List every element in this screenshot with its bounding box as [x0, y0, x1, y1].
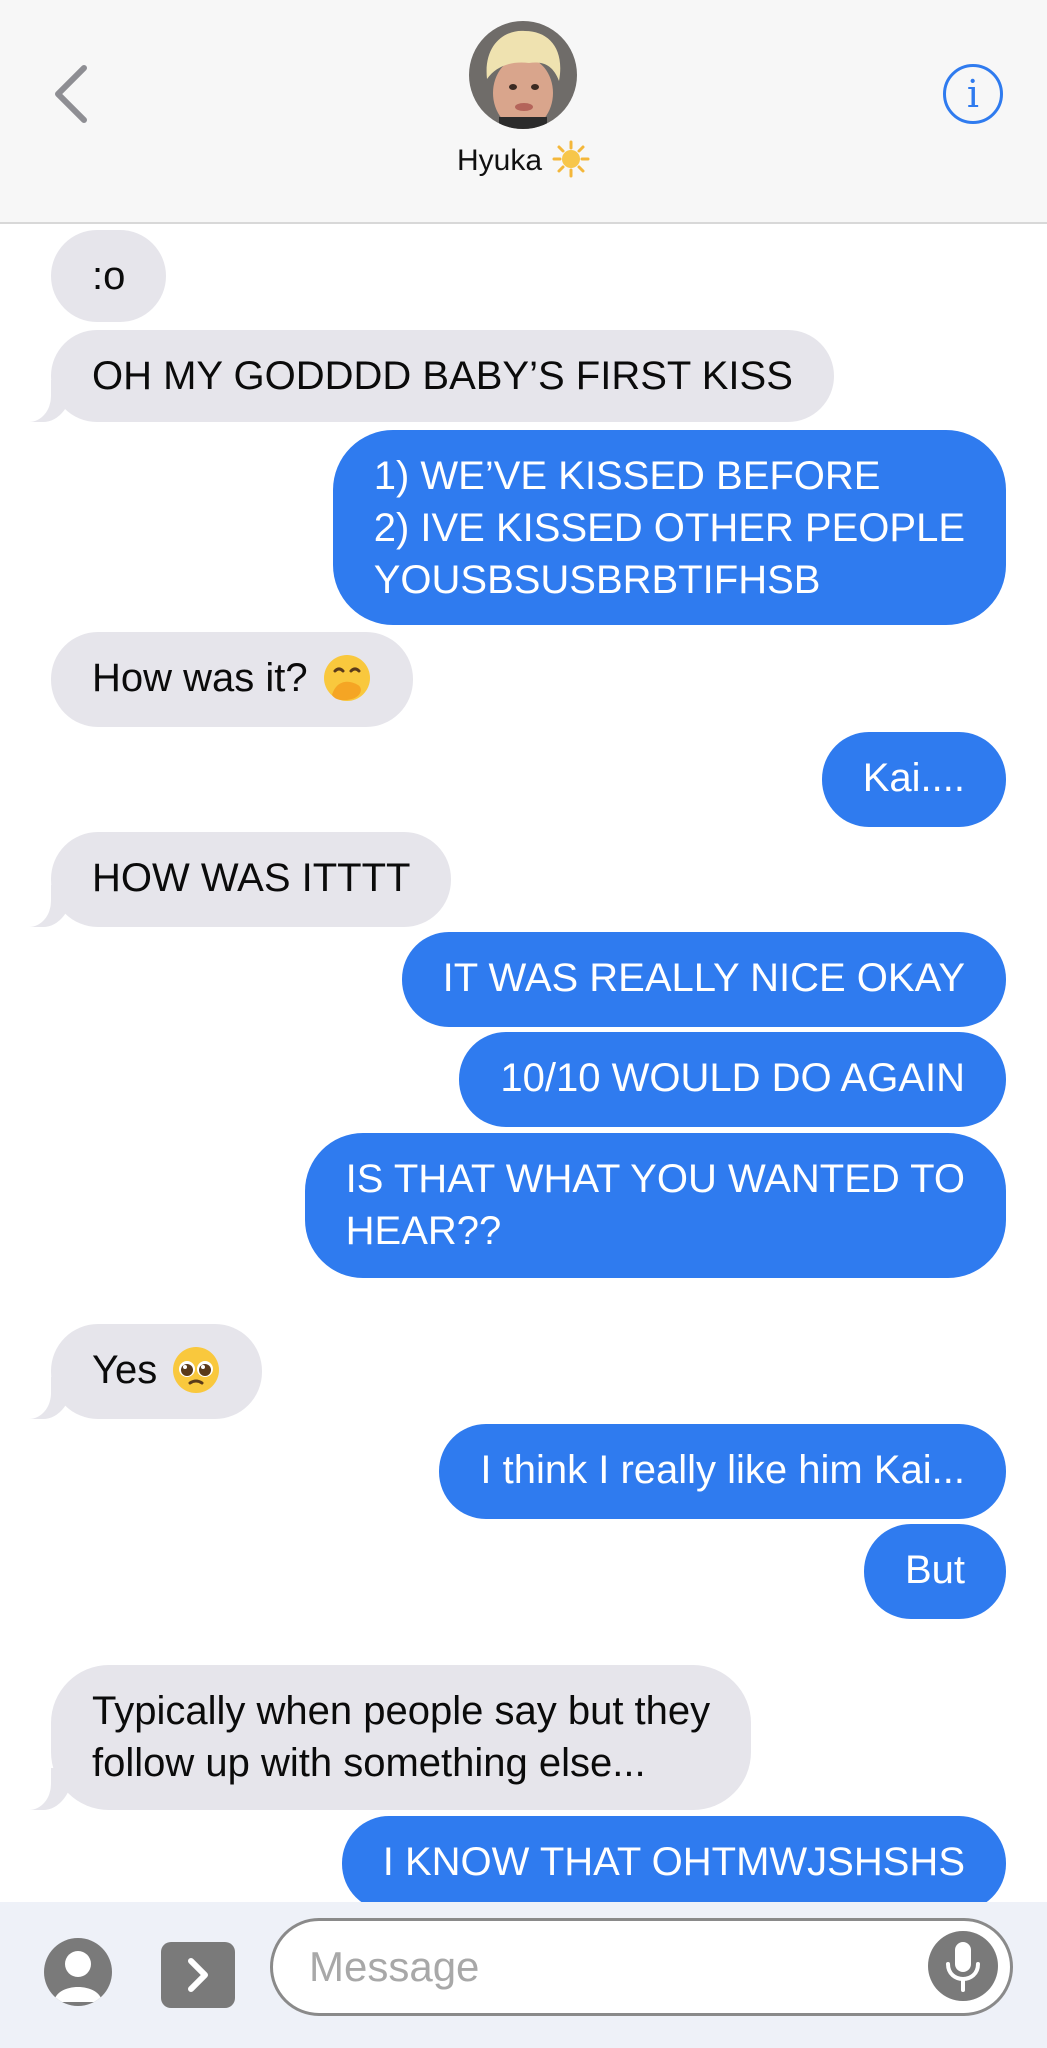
- message-text: IT WAS REALLY NICE OKAY: [442, 956, 965, 1000]
- message-outgoing[interactable]: 1) WE’VE KISSED BEFORE 2) IVE KISSED OTH…: [332, 430, 1006, 625]
- message-outgoing[interactable]: IT WAS REALLY NICE OKAY: [401, 932, 1006, 1027]
- message-text: I think I really like him Kai...: [480, 1448, 965, 1492]
- message-text: How was it?: [92, 656, 308, 700]
- message-line: Typically when people say but they: [92, 1689, 711, 1733]
- message-text: OH MY GODDDD BABY’S FIRST KISS: [92, 354, 793, 398]
- compose-bar: Message: [0, 1902, 1047, 2048]
- sun-icon: [552, 140, 590, 186]
- message-incoming[interactable]: Typically when people say but they follo…: [20, 1665, 752, 1810]
- message-outgoing[interactable]: IS THAT WHAT YOU WANTED TO HEAR??: [304, 1133, 1006, 1278]
- message-incoming[interactable]: How was it?: [51, 632, 413, 727]
- message-text: Kai....: [862, 756, 965, 800]
- conversation-header: Hyuka i: [0, 0, 1047, 224]
- avatar-photo: [469, 21, 577, 129]
- message-incoming[interactable]: HOW WAS ITTTT: [20, 832, 452, 927]
- message-outgoing[interactable]: Kai....: [821, 732, 1006, 827]
- message-line: follow up with something else...: [92, 1741, 646, 1785]
- pleading-face-emoji: [171, 1345, 221, 1408]
- message-text: :o: [92, 254, 126, 298]
- back-button[interactable]: [40, 58, 100, 130]
- message-outgoing[interactable]: I think I really like him Kai...: [439, 1424, 1006, 1519]
- message-line: HEAR??: [345, 1209, 502, 1253]
- info-button[interactable]: i: [943, 64, 1003, 124]
- contact-name-row[interactable]: Hyuka: [0, 140, 1047, 186]
- message-thread[interactable]: :o OH MY GODDDD BABY’S FIRST KISS 1) WE’…: [0, 222, 1047, 1911]
- contact-avatar[interactable]: [469, 21, 577, 129]
- message-text: But: [904, 1548, 965, 1592]
- chevron-right-icon: [188, 1958, 208, 1992]
- message-line: 1) WE’VE KISSED BEFORE: [373, 454, 881, 498]
- message-incoming[interactable]: OH MY GODDDD BABY’S FIRST KISS: [21, 330, 834, 422]
- info-icon: i: [966, 72, 980, 116]
- contact-name: Hyuka: [456, 144, 543, 177]
- microphone-icon: [946, 1942, 980, 1992]
- person-icon: [54, 1951, 102, 2002]
- hand-over-mouth-emoji: [322, 653, 372, 716]
- message-outgoing[interactable]: 10/10 WOULD DO AGAIN: [459, 1032, 1006, 1127]
- message-text: Yes: [92, 1348, 158, 1392]
- message-incoming[interactable]: Yes: [20, 1324, 263, 1419]
- message-text: I KNOW THAT OHTMWJSHSHS: [382, 1840, 965, 1884]
- message-text: 10/10 WOULD DO AGAIN: [500, 1056, 965, 1100]
- contact-button[interactable]: [44, 1938, 112, 2006]
- chevron-left-icon: [55, 65, 87, 123]
- message-outgoing[interactable]: But: [863, 1524, 1006, 1619]
- message-line: 2) IVE KISSED OTHER PEOPLE: [373, 506, 965, 550]
- message-line: YOUSBSUSBRBTIFHSB: [373, 558, 821, 602]
- microphone-button[interactable]: [928, 1931, 998, 2001]
- message-outgoing[interactable]: I KNOW THAT OHTMWJSHSHS: [341, 1816, 1006, 1911]
- message-input[interactable]: Message: [270, 1918, 1013, 2016]
- message-line: IS THAT WHAT YOU WANTED TO: [345, 1157, 965, 1201]
- message-text: HOW WAS ITTTT: [92, 856, 411, 900]
- apps-button[interactable]: [161, 1942, 235, 2008]
- message-placeholder: Message: [309, 1943, 480, 1990]
- message-incoming[interactable]: :o: [51, 230, 167, 322]
